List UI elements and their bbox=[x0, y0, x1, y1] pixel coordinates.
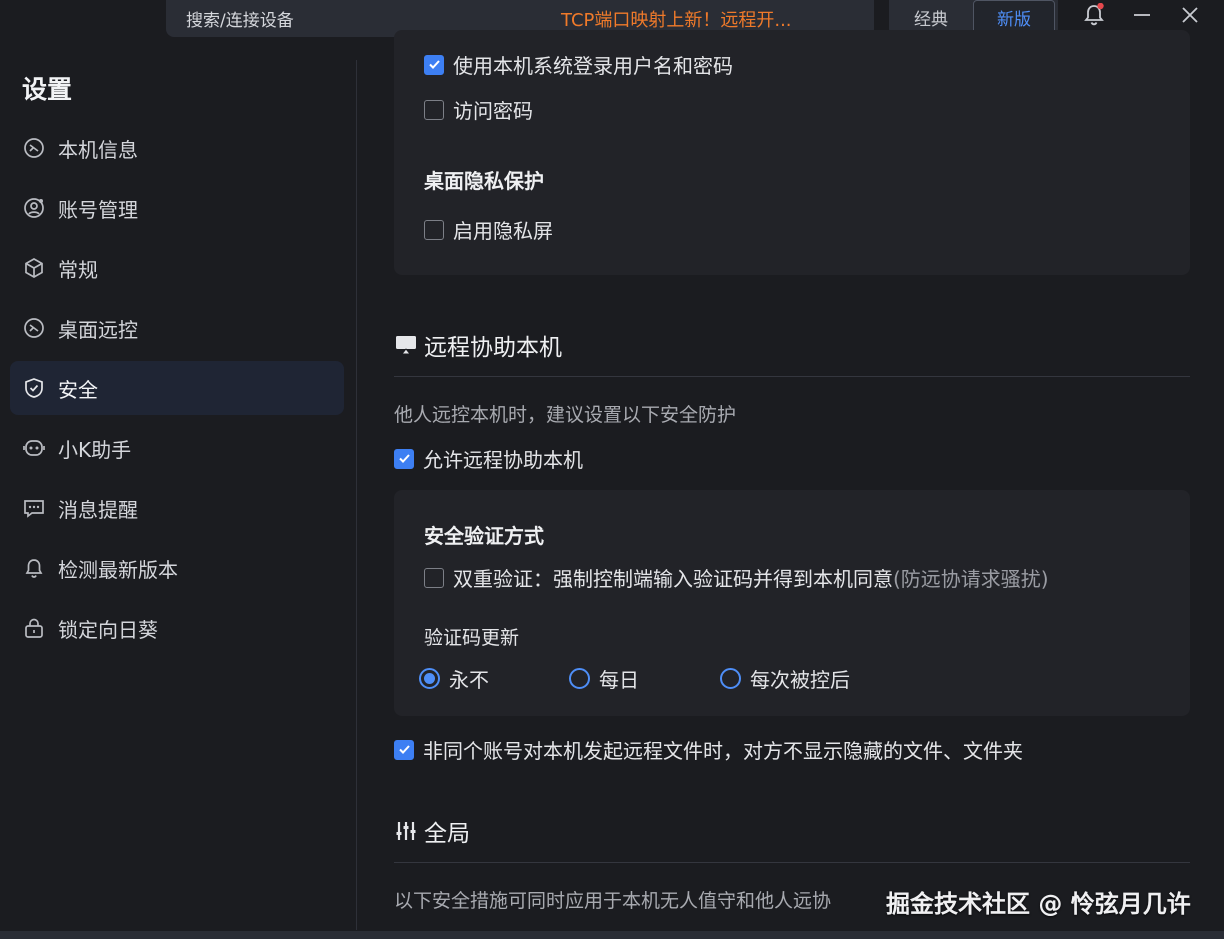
code-refresh-label: 验证码更新 bbox=[424, 627, 520, 649]
sidebar-item-desktop-remote[interactable]: 桌面远控 bbox=[10, 301, 344, 355]
section-title-text: 远程协助本机 bbox=[424, 335, 562, 361]
radio-label: 每日 bbox=[599, 668, 639, 692]
radio-button[interactable] bbox=[569, 668, 590, 689]
sidebar-item-label: 锁定向日葵 bbox=[58, 617, 158, 642]
sidebar-item-check-update[interactable]: 检测最新版本 bbox=[10, 541, 344, 595]
sidebar-item-label: 账号管理 bbox=[58, 197, 138, 222]
bottom-strip bbox=[0, 931, 1224, 939]
security-settings-content: 使用本机系统登录用户名和密码 访问密码 桌面隐私保护 启用隐私屏 远程协助本机 … bbox=[358, 30, 1224, 939]
allow-remote-assist-checkbox[interactable]: 允许远程协助本机 bbox=[394, 444, 583, 473]
sidebar-item-label: 检测最新版本 bbox=[58, 557, 178, 582]
sidebar-divider bbox=[356, 60, 357, 930]
bell-update-icon bbox=[23, 557, 45, 579]
remote-assist-description: 他人远控本机时，建议设置以下安全防护 bbox=[394, 404, 737, 426]
hide-hidden-files-checkbox[interactable]: 非同个账号对本机发起远程文件时，对方不显示隐藏的文件、文件夹 bbox=[394, 735, 1023, 764]
screen-cast-icon bbox=[394, 333, 418, 357]
code-refresh-option-after-each[interactable]: 每次被控后 bbox=[720, 664, 850, 693]
promo-banner[interactable]: TCP端口映射上新！远程开... bbox=[561, 6, 792, 32]
checkbox-hint: (防远协请求骚扰) bbox=[893, 567, 1049, 591]
checkbox-box[interactable] bbox=[394, 739, 414, 760]
verify-method-panel: 安全验证方式 双重验证：强制控制端输入验证码并得到本机同意 (防远协请求骚扰) … bbox=[394, 490, 1190, 716]
use-system-login-checkbox[interactable]: 使用本机系统登录用户名和密码 bbox=[424, 50, 733, 79]
checkbox-box[interactable] bbox=[424, 99, 444, 120]
watermark: 掘金技术社区 @ 怜弦月几许 bbox=[886, 890, 1191, 918]
user-gear-icon bbox=[23, 197, 45, 219]
lock-icon bbox=[23, 617, 45, 639]
sidebar-item-label: 常规 bbox=[58, 257, 98, 282]
message-icon bbox=[23, 497, 45, 519]
robot-icon bbox=[23, 437, 45, 459]
code-refresh-option-never[interactable]: 永不 bbox=[419, 664, 489, 693]
checkbox-box[interactable] bbox=[424, 567, 444, 588]
sidebar-item-lock[interactable]: 锁定向日葵 bbox=[10, 601, 344, 655]
login-settings-panel: 使用本机系统登录用户名和密码 访问密码 桌面隐私保护 启用隐私屏 bbox=[394, 30, 1190, 275]
dual-verify-checkbox[interactable]: 双重验证：强制控制端输入验证码并得到本机同意 (防远协请求骚扰) bbox=[424, 563, 1049, 592]
verify-method-heading: 安全验证方式 bbox=[424, 524, 544, 548]
checkbox-box[interactable] bbox=[424, 54, 444, 75]
checkbox-label: 允许远程协助本机 bbox=[423, 448, 583, 472]
checkbox-box[interactable] bbox=[394, 448, 414, 469]
sidebar-item-general[interactable]: 常规 bbox=[10, 241, 344, 295]
monitor-remote-icon bbox=[23, 317, 45, 339]
checkbox-label: 非同个账号对本机发起远程文件时，对方不显示隐藏的文件、文件夹 bbox=[423, 739, 1023, 763]
cube-icon bbox=[23, 257, 45, 279]
access-password-checkbox[interactable]: 访问密码 bbox=[424, 95, 533, 124]
radio-button[interactable] bbox=[419, 668, 440, 689]
close-icon[interactable] bbox=[1175, 0, 1205, 30]
sidebar-item-label: 安全 bbox=[58, 377, 98, 402]
code-refresh-option-daily[interactable]: 每日 bbox=[569, 664, 639, 693]
radio-label: 每次被控后 bbox=[750, 668, 850, 692]
checkbox-box[interactable] bbox=[424, 219, 444, 240]
sidebar-item-notifications[interactable]: 消息提醒 bbox=[10, 481, 344, 535]
sidebar-item-security[interactable]: 安全 bbox=[10, 361, 344, 415]
settings-sidebar: 设置 本机信息 账号管理 常规 桌面远控 安全 小K助手 消息提醒 检测最新版本… bbox=[0, 40, 357, 939]
radio-button[interactable] bbox=[720, 668, 741, 689]
global-section-title: 全局 bbox=[394, 814, 470, 848]
section-divider bbox=[394, 376, 1190, 377]
minimize-icon[interactable] bbox=[1127, 0, 1157, 30]
shield-icon bbox=[23, 377, 45, 399]
privacy-screen-checkbox[interactable]: 启用隐私屏 bbox=[424, 215, 553, 244]
sidebar-item-label: 小K助手 bbox=[58, 437, 132, 462]
sidebar-item-device-info[interactable]: 本机信息 bbox=[10, 121, 344, 175]
global-description: 以下安全措施可同时应用于本机无人值守和他人远协 bbox=[394, 890, 832, 912]
sidebar-item-label: 消息提醒 bbox=[58, 497, 138, 522]
sidebar-item-label: 桌面远控 bbox=[58, 317, 138, 342]
checkbox-label: 启用隐私屏 bbox=[453, 219, 553, 243]
section-title-text: 全局 bbox=[424, 821, 470, 847]
sidebar-item-account[interactable]: 账号管理 bbox=[10, 181, 344, 235]
checkbox-label: 双重验证：强制控制端输入验证码并得到本机同意 bbox=[453, 567, 893, 591]
sliders-icon bbox=[394, 819, 418, 843]
section-divider bbox=[394, 862, 1190, 863]
checkbox-label: 使用本机系统登录用户名和密码 bbox=[453, 54, 733, 78]
remote-assist-section-title: 远程协助本机 bbox=[394, 328, 562, 362]
search-placeholder: 搜索/连接设备 bbox=[186, 11, 294, 31]
checkbox-label: 访问密码 bbox=[453, 99, 533, 123]
sidebar-item-assistant[interactable]: 小K助手 bbox=[10, 421, 344, 475]
privacy-heading: 桌面隐私保护 bbox=[424, 169, 544, 193]
radio-label: 永不 bbox=[449, 668, 489, 692]
settings-title: 设置 bbox=[22, 75, 73, 104]
monitor-remote-icon bbox=[23, 137, 45, 159]
notification-bell-icon[interactable] bbox=[1079, 0, 1109, 30]
sidebar-item-label: 本机信息 bbox=[58, 137, 138, 162]
